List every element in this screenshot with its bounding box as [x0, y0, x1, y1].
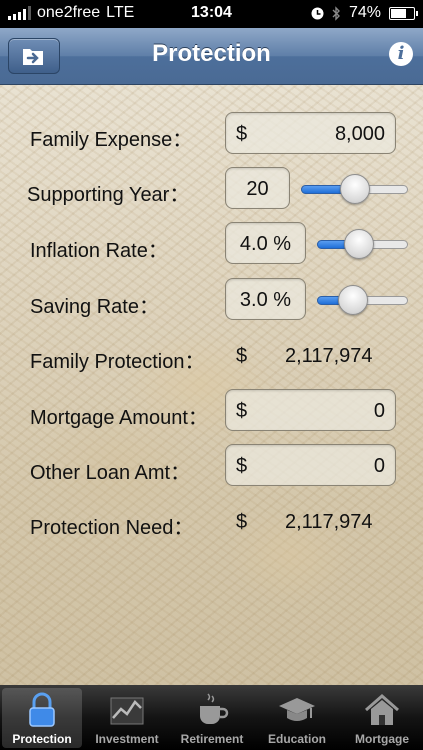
protection-need-value: 2,117,974 — [285, 511, 373, 533]
coffee-cup-icon — [200, 693, 229, 724]
inflation-rate-field[interactable]: 4.0 % — [225, 222, 306, 264]
family-expense-label: Family Expense： — [30, 129, 193, 151]
bluetooth-icon — [332, 5, 340, 21]
status-right: 74% — [311, 4, 418, 22]
battery-percent: 74% — [348, 4, 381, 21]
slider-thumb[interactable] — [339, 174, 370, 204]
info-icon[interactable]: i — [389, 42, 413, 66]
supporting-year-value: 20 — [246, 178, 269, 200]
navigation-bar: Protection i — [0, 28, 423, 85]
saving-rate-field[interactable]: 3.0 % — [225, 278, 306, 320]
currency-symbol: $ — [236, 511, 248, 533]
tab-label: Investment — [95, 732, 159, 746]
family-protection-label: Family Protection： — [30, 351, 205, 373]
currency-symbol: $ — [236, 345, 248, 367]
inflation-rate-label: Inflation Rate： — [30, 240, 168, 262]
inflation-rate-slider[interactable] — [317, 229, 408, 259]
house-icon — [365, 694, 399, 725]
saving-rate-label: Saving Rate： — [30, 296, 159, 318]
supporting-year-label: Supporting Year： — [27, 184, 190, 206]
mortgage-amount-label: Mortgage Amount： — [30, 407, 208, 429]
lock-icon — [29, 692, 55, 727]
tab-label: Education — [267, 732, 326, 746]
currency-symbol: $ — [236, 400, 248, 422]
mortgage-amount-field[interactable]: $ 0 — [225, 389, 396, 431]
tab-education[interactable]: Education — [257, 688, 337, 748]
chart-icon — [110, 697, 144, 725]
tab-label: Mortgage — [355, 732, 409, 746]
other-loan-amt-label: Other Loan Amt： — [30, 462, 191, 484]
saving-rate-value: 3.0 % — [239, 289, 292, 311]
graduation-cap-icon — [279, 698, 315, 721]
protection-form: Family Expense： $ 8,000 Supporting Year：… — [0, 85, 423, 685]
family-expense-field[interactable]: $ 8,000 — [225, 112, 396, 154]
supporting-year-field[interactable]: 20 — [225, 167, 290, 209]
tab-label: Protection — [12, 732, 72, 746]
tab-protection[interactable]: Protection — [2, 688, 82, 748]
currency-symbol: $ — [236, 455, 248, 477]
family-expense-value: 8,000 — [334, 123, 385, 145]
status-bar: one2free LTE 13:04 74% — [0, 0, 423, 28]
other-loan-amt-field[interactable]: $ 0 — [225, 444, 396, 486]
tab-investment[interactable]: Investment — [87, 688, 167, 748]
page-title: Protection — [152, 40, 271, 67]
protection-need-label: Protection Need： — [30, 517, 194, 539]
slider-thumb[interactable] — [344, 229, 375, 259]
other-loan-amt-value: 0 — [373, 455, 385, 477]
tab-retirement[interactable]: Retirement — [172, 688, 252, 748]
mortgage-amount-value: 0 — [373, 400, 385, 422]
saving-rate-slider[interactable] — [317, 285, 408, 315]
currency-symbol: $ — [236, 123, 248, 145]
tab-bar: Protection Investment Retirement Educati… — [0, 685, 423, 750]
tab-label: Retirement — [180, 732, 244, 746]
supporting-year-slider[interactable] — [301, 174, 408, 204]
slider-thumb[interactable] — [338, 285, 369, 315]
clock-icon — [311, 7, 324, 19]
tab-mortgage[interactable]: Mortgage — [342, 688, 422, 748]
family-protection-value: 2,117,974 — [285, 345, 373, 367]
inflation-rate-value: 4.0 % — [239, 233, 292, 255]
battery-icon — [389, 6, 418, 20]
